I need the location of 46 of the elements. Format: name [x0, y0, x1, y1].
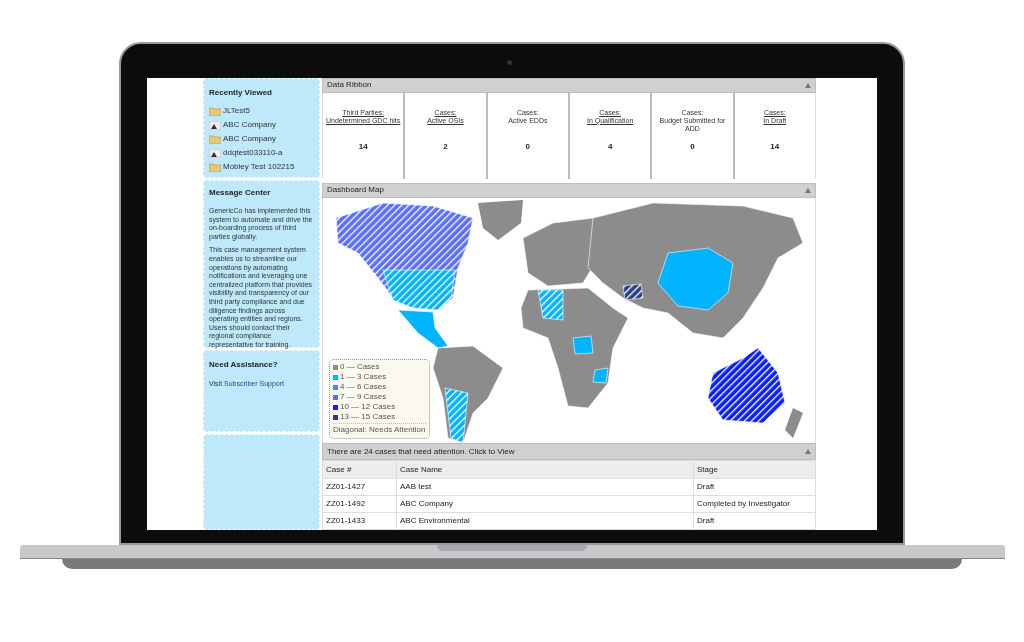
folder-icon — [209, 134, 221, 144]
ribbon-value: 4 — [607, 140, 613, 153]
ribbon-value: 2 — [443, 140, 448, 153]
folder-icon — [209, 106, 221, 116]
recent-item-link[interactable]: ddqtest033110-a — [223, 147, 283, 159]
legend-label: 13 — 15 Cases — [340, 411, 396, 424]
panel-title: Data Ribbon — [327, 79, 372, 92]
table-cell: Draft — [693, 478, 816, 496]
column-header: Case Name — [396, 460, 694, 479]
cases-banner[interactable]: There are 24 cases that need attention. Click to View — [322, 443, 816, 460]
legend-label: 4 — 6 Cases — [340, 381, 387, 394]
recent-item-link[interactable]: ABC Company — [223, 133, 276, 145]
table-cell: ABC Company — [396, 495, 694, 513]
camera-icon — [507, 60, 512, 65]
recent-item-link[interactable]: JLTest5 — [223, 105, 250, 117]
table-cell: ZZ01-1433 — [322, 512, 397, 530]
collapse-icon[interactable] — [805, 187, 811, 193]
column-header: Stage — [693, 460, 816, 479]
legend-label: 10 — 12 Cases — [340, 401, 396, 414]
picture-icon — [209, 148, 221, 158]
legend-label: 0 — Cases — [340, 361, 380, 374]
table-cell: Completed by Investigator — [693, 495, 816, 513]
collapse-icon[interactable] — [805, 82, 811, 88]
panel-title: Dashboard Map — [327, 184, 384, 197]
legend-note: Diagonal: Needs Attention — [333, 423, 426, 437]
table-cell: Draft — [693, 512, 816, 530]
ribbon-value: 14 — [770, 140, 780, 153]
collapse-icon[interactable] — [805, 449, 811, 455]
picture-icon — [209, 120, 221, 130]
table-cell: ZZ01-1492 — [322, 495, 397, 513]
recent-item-link[interactable]: ABC Company — [223, 119, 276, 131]
panel-title: There are 24 cases that need attention. Click to View — [327, 445, 515, 458]
legend-label: 7 — 9 Cases — [340, 391, 387, 404]
panel-title: Need Assistance? — [209, 359, 279, 371]
ribbon-value: 14 — [358, 140, 368, 153]
table-cell: AAB test — [396, 478, 694, 496]
table-cell: ABC Environmental — [396, 512, 694, 530]
recent-item-link[interactable]: Mobley Test 102215 — [223, 161, 295, 173]
column-header: Case # — [322, 460, 397, 479]
table-cell: ZZ01-1427 — [322, 478, 397, 496]
legend-label: 1 — 3 Cases — [340, 371, 387, 384]
panel-title: Recently Viewed — [209, 87, 273, 99]
folder-icon — [209, 162, 221, 172]
panel-title: Message Center — [209, 187, 272, 199]
ribbon-value: 0 — [690, 140, 695, 153]
ribbon-value: 0 — [525, 140, 531, 153]
